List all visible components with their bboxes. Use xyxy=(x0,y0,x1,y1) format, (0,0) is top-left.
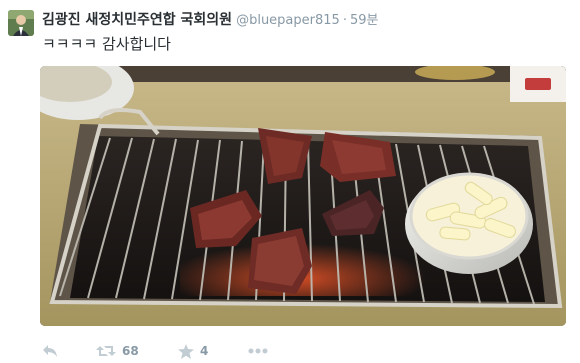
time-separator: · xyxy=(342,13,347,28)
tweet-header: 김광진 새정치민주연합 국회의원 @bluepaper815 · 59분 xyxy=(42,11,378,30)
author-name[interactable]: 김광진 새정치민주연합 국회의원 xyxy=(42,12,232,28)
retweet-button[interactable]: 68 xyxy=(96,344,178,358)
retweet-icon xyxy=(96,344,116,358)
more-dots-icon xyxy=(248,348,268,354)
reply-button[interactable] xyxy=(42,344,96,358)
reply-icon xyxy=(42,344,58,358)
tweet: 김광진 새정치민주연합 국회의원 @bluepaper815 · 59분 ㅋㅋㅋㅋ 감… xyxy=(0,0,580,363)
favorite-count: 4 xyxy=(200,344,209,358)
grilled-beef-photo xyxy=(40,66,566,326)
tweet-text: ㅋㅋㅋㅋ 감사합니다 xyxy=(42,35,171,53)
author-handle[interactable]: @bluepaper815 xyxy=(236,13,340,28)
tweet-actions: 68 4 xyxy=(42,342,278,360)
more-button[interactable] xyxy=(248,348,278,354)
favorite-button[interactable]: 4 xyxy=(178,343,248,359)
tweet-photo[interactable] xyxy=(40,66,566,326)
star-icon xyxy=(178,343,194,359)
avatar[interactable] xyxy=(8,10,34,36)
timestamp[interactable]: 59분 xyxy=(350,13,379,28)
retweet-count: 68 xyxy=(122,344,139,358)
